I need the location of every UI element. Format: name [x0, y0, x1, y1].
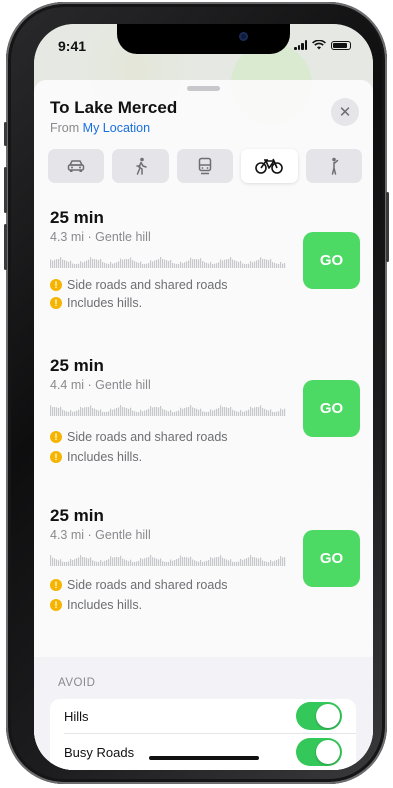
volume-up-button [4, 167, 7, 213]
transport-mode-selector [48, 149, 363, 183]
silent-switch [4, 122, 7, 146]
warning-icon: ! [50, 297, 62, 309]
avoid-hills-label: Hills [64, 709, 89, 724]
warning-icon: ! [50, 431, 62, 443]
status-icons [294, 40, 351, 50]
warning-icon: ! [50, 451, 62, 463]
warning-text: Side roads and shared roads [67, 430, 228, 444]
route-warning: ! Side roads and shared roads [50, 430, 228, 444]
phone-frame: 9:41 To Lake Merced From My Location ✕ 2… [4, 2, 389, 784]
directions-sheet: To Lake Merced From My Location ✕ 25 min… [34, 80, 373, 770]
destination-title: To Lake Merced [50, 98, 178, 117]
toggle-knob [316, 704, 340, 728]
close-button[interactable]: ✕ [331, 98, 359, 126]
route-duration: 25 min [50, 208, 104, 227]
route-warning: ! Includes hills. [50, 450, 142, 464]
warning-icon: ! [50, 279, 62, 291]
route-warning: ! Side roads and shared roads [50, 578, 228, 592]
route-warning: ! Side roads and shared roads [50, 278, 228, 292]
transit-icon [198, 157, 212, 175]
volume-down-button [4, 224, 7, 270]
warning-text: Side roads and shared roads [67, 578, 228, 592]
mode-transit[interactable] [176, 149, 234, 183]
route-distance: 4.3 mi · Gentle hill [50, 528, 151, 542]
notch [117, 24, 290, 54]
battery-icon [331, 40, 351, 50]
elevation-profile [50, 555, 286, 566]
route-option[interactable]: 25 min 4.3 mi · Gentle hill ! Side roads … [50, 208, 360, 350]
home-indicator[interactable] [149, 756, 259, 760]
route-option[interactable]: 25 min 4.3 mi · Gentle hill ! Side roads … [50, 506, 360, 648]
warning-text: Includes hills. [67, 598, 143, 612]
mode-drive[interactable] [48, 149, 105, 183]
avoid-hills-toggle[interactable] [296, 702, 342, 730]
origin-subtitle: From My Location [50, 121, 150, 135]
car-icon [67, 160, 85, 172]
rideshare-icon [331, 157, 339, 175]
origin-prefix: From [50, 121, 80, 135]
go-button[interactable]: GO [303, 530, 360, 587]
camera [239, 32, 248, 41]
avoid-busy-roads-toggle[interactable] [296, 738, 342, 766]
avoid-busy-roads-label: Busy Roads [64, 745, 135, 760]
power-button [386, 192, 389, 262]
walk-icon [135, 157, 147, 175]
route-duration: 25 min [50, 356, 104, 375]
avoid-hills-row: Hills [50, 699, 356, 734]
bicycle-icon [255, 158, 284, 174]
mode-cycle[interactable] [241, 149, 298, 183]
screen: 9:41 To Lake Merced From My Location ✕ 2… [34, 24, 373, 770]
route-duration: 25 min [50, 506, 104, 525]
go-button[interactable]: GO [303, 232, 360, 289]
avoid-section: AVOID Hills Busy Roads [34, 657, 373, 770]
avoid-busy-roads-row: Busy Roads [50, 735, 356, 770]
warning-text: Includes hills. [67, 296, 143, 310]
warning-text: Includes hills. [67, 450, 143, 464]
warning-icon: ! [50, 599, 62, 611]
mode-rideshare[interactable] [305, 149, 363, 183]
signal-icon [294, 40, 307, 50]
elevation-profile [50, 257, 286, 268]
route-option[interactable]: 25 min 4.4 mi · Gentle hill ! Side roads … [50, 356, 360, 498]
warning-icon: ! [50, 579, 62, 591]
avoid-title: AVOID [58, 677, 96, 689]
route-distance: 4.3 mi · Gentle hill [50, 230, 151, 244]
warning-text: Side roads and shared roads [67, 278, 228, 292]
divider [64, 733, 356, 734]
wifi-icon [312, 40, 326, 50]
elevation-profile [50, 405, 286, 416]
origin-link[interactable]: My Location [83, 121, 150, 135]
toggle-knob [316, 740, 340, 764]
status-time: 9:41 [58, 38, 87, 54]
sheet-grabber[interactable] [187, 86, 220, 91]
route-warning: ! Includes hills. [50, 598, 142, 612]
route-distance: 4.4 mi · Gentle hill [50, 378, 151, 392]
mode-walk[interactable] [112, 149, 169, 183]
route-warning: ! Includes hills. [50, 296, 142, 310]
go-button[interactable]: GO [303, 380, 360, 437]
close-icon: ✕ [338, 104, 352, 121]
